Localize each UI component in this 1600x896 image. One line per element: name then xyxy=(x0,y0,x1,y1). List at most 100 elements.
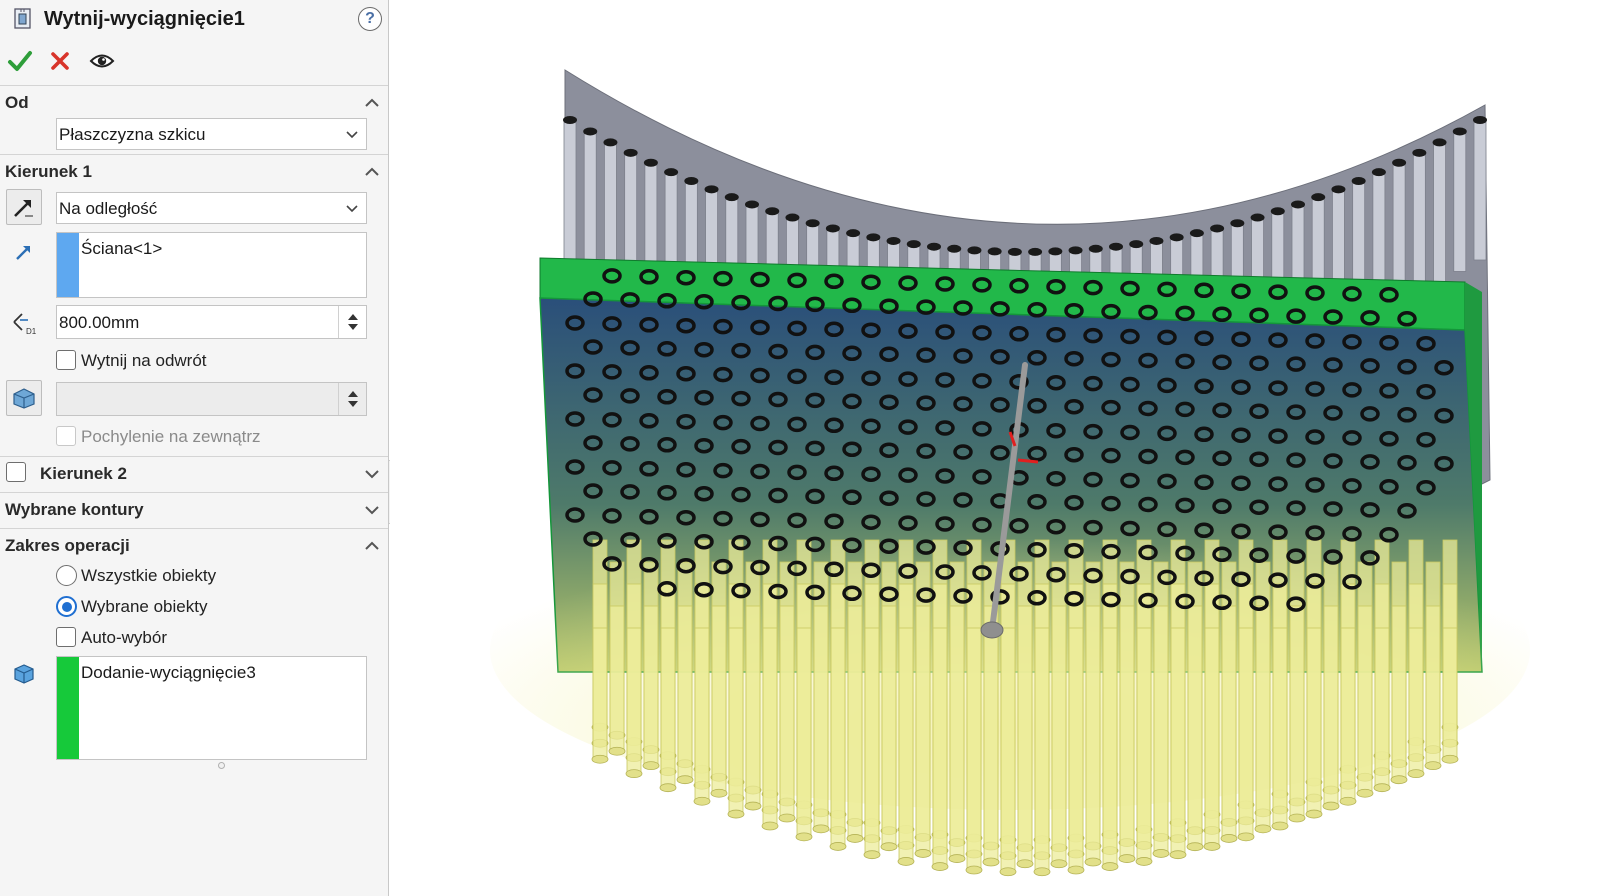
draft-outward-label: Pochylenie na zewnątrz xyxy=(81,427,261,446)
decrement-arrow-icon[interactable] xyxy=(348,401,358,407)
section-od-header[interactable]: Od xyxy=(0,86,388,120)
hole-cylinder xyxy=(949,605,965,859)
auto-select-label: Auto-wybór xyxy=(81,628,167,647)
cylinder-end xyxy=(863,850,881,860)
pipe-opening xyxy=(1129,240,1144,249)
ok-button[interactable] xyxy=(4,46,36,76)
help-button[interactable]: ? xyxy=(358,7,382,31)
cut-extrude-feature-icon xyxy=(12,7,34,31)
pipe-opening xyxy=(1088,244,1103,253)
chevron-down-icon[interactable] xyxy=(363,501,381,519)
list-resize-handle[interactable] xyxy=(218,762,225,769)
pipe-opening xyxy=(684,177,699,186)
hole-cylinder xyxy=(1187,605,1203,848)
chevron-down-icon xyxy=(346,205,358,213)
hole-cylinder xyxy=(1238,627,1254,838)
cylinder-end xyxy=(625,769,643,779)
depth-stepper[interactable] xyxy=(338,306,366,338)
section-feature-scope-header[interactable]: Zakres operacji xyxy=(0,529,388,563)
hole-cylinder xyxy=(1357,605,1373,794)
direction-vector-icon xyxy=(6,234,42,270)
increment-arrow-icon[interactable] xyxy=(348,391,358,397)
surface-pipe xyxy=(1453,131,1467,272)
pipe-opening xyxy=(1149,236,1164,245)
close-icon xyxy=(51,52,69,70)
increment-arrow-icon[interactable] xyxy=(348,314,358,320)
all-bodies-radio[interactable] xyxy=(56,565,77,586)
direction-selection-box[interactable]: Ściana<1> xyxy=(56,232,367,298)
section-direction2-header[interactable]: Kierunek 2 xyxy=(0,457,388,491)
hole-cylinder xyxy=(898,627,914,862)
cylinder-end xyxy=(1203,842,1221,851)
cancel-button[interactable] xyxy=(44,46,76,76)
cylinder-bodies xyxy=(591,539,1459,877)
selected-bodies-label: Wybrane obiekty xyxy=(81,597,208,616)
pipe-opening xyxy=(704,185,719,194)
hole-cylinder xyxy=(1306,627,1322,815)
reverse-direction-button[interactable] xyxy=(6,189,42,225)
cylinder-end xyxy=(1390,775,1408,785)
section-feature-scope-title: Zakres operacji xyxy=(5,536,130,555)
panel-title-row: Wytnij-wyciągnięcie1 ? xyxy=(0,0,388,40)
bodies-selection-box[interactable]: Dodanie-wyciągnięcie3 xyxy=(56,656,367,760)
hole-cylinder xyxy=(643,605,659,767)
selection-color-stripe xyxy=(57,657,79,759)
section-selected-contours-title: Wybrane kontury xyxy=(5,500,144,519)
chevron-up-icon[interactable] xyxy=(363,94,381,112)
decrement-arrow-icon[interactable] xyxy=(348,324,358,330)
cylinder-end xyxy=(812,824,830,834)
section-selected-contours-header[interactable]: Wybrane kontury xyxy=(0,493,388,527)
pipe-opening xyxy=(1412,148,1427,157)
depth-value[interactable]: 800.00mm xyxy=(59,313,139,333)
direction2-checkbox[interactable] xyxy=(6,462,26,482)
start-condition-dropdown[interactable]: Płaszczyzna szkicu xyxy=(56,118,367,150)
selected-body-item[interactable]: Dodanie-wyciągnięcie3 xyxy=(81,663,256,683)
cylinder-end xyxy=(1033,867,1051,877)
cylinder-end xyxy=(999,867,1017,877)
cylinder-end xyxy=(1407,769,1425,779)
hole-cylinder xyxy=(864,627,880,856)
chevron-up-icon[interactable] xyxy=(363,537,381,555)
cylinder-end xyxy=(897,857,915,866)
pipe-opening xyxy=(1291,200,1305,209)
cylinder-end xyxy=(1101,862,1119,871)
pipe-opening xyxy=(886,236,901,245)
pipe-opening xyxy=(805,219,820,228)
cylinder-end xyxy=(931,862,949,871)
cylinder-end xyxy=(1135,857,1153,866)
draft-outward-checkbox[interactable] xyxy=(56,426,76,446)
cad-model-preview[interactable] xyxy=(390,0,1600,896)
end-condition-value: Na odległość xyxy=(59,199,158,218)
depth-icon: D1 xyxy=(6,304,42,340)
preview-button[interactable] xyxy=(86,46,118,76)
hole-cylinder xyxy=(1374,627,1390,789)
chevron-up-icon[interactable] xyxy=(363,163,381,181)
hole-cylinder xyxy=(728,627,744,815)
pipe-opening xyxy=(583,127,598,136)
hole-cylinder xyxy=(1255,605,1271,830)
direction-selection-item[interactable]: Ściana<1> xyxy=(81,239,162,259)
draft-angle-stepper[interactable] xyxy=(338,383,366,415)
hole-cylinder xyxy=(762,627,778,827)
pipe-opening xyxy=(643,158,658,167)
pipe-opening xyxy=(1473,116,1487,124)
action-toolbar xyxy=(0,44,388,80)
selected-bodies-radio[interactable] xyxy=(56,596,77,617)
graphics-area[interactable] xyxy=(390,0,1600,896)
cylinder-end xyxy=(608,746,626,756)
auto-select-checkbox[interactable] xyxy=(56,627,76,647)
section-direction1-title: Kierunek 1 xyxy=(5,162,92,181)
cylinder-end xyxy=(1373,783,1391,793)
pipe-opening xyxy=(846,229,861,238)
draft-angle-spinbox[interactable] xyxy=(56,382,367,416)
end-condition-dropdown[interactable]: Na odległość xyxy=(56,192,367,224)
pipe-opening xyxy=(1109,242,1123,251)
chevron-down-icon[interactable] xyxy=(363,465,381,483)
reverse-direction-icon xyxy=(14,200,33,217)
section-direction1-header[interactable]: Kierunek 1 xyxy=(0,155,388,189)
cylinder-end xyxy=(1186,842,1204,852)
depth-spinbox[interactable]: 800.00mm xyxy=(56,305,367,339)
flip-side-checkbox[interactable] xyxy=(56,350,76,370)
pipe-opening xyxy=(664,168,679,177)
draft-toggle-button[interactable] xyxy=(6,380,42,416)
